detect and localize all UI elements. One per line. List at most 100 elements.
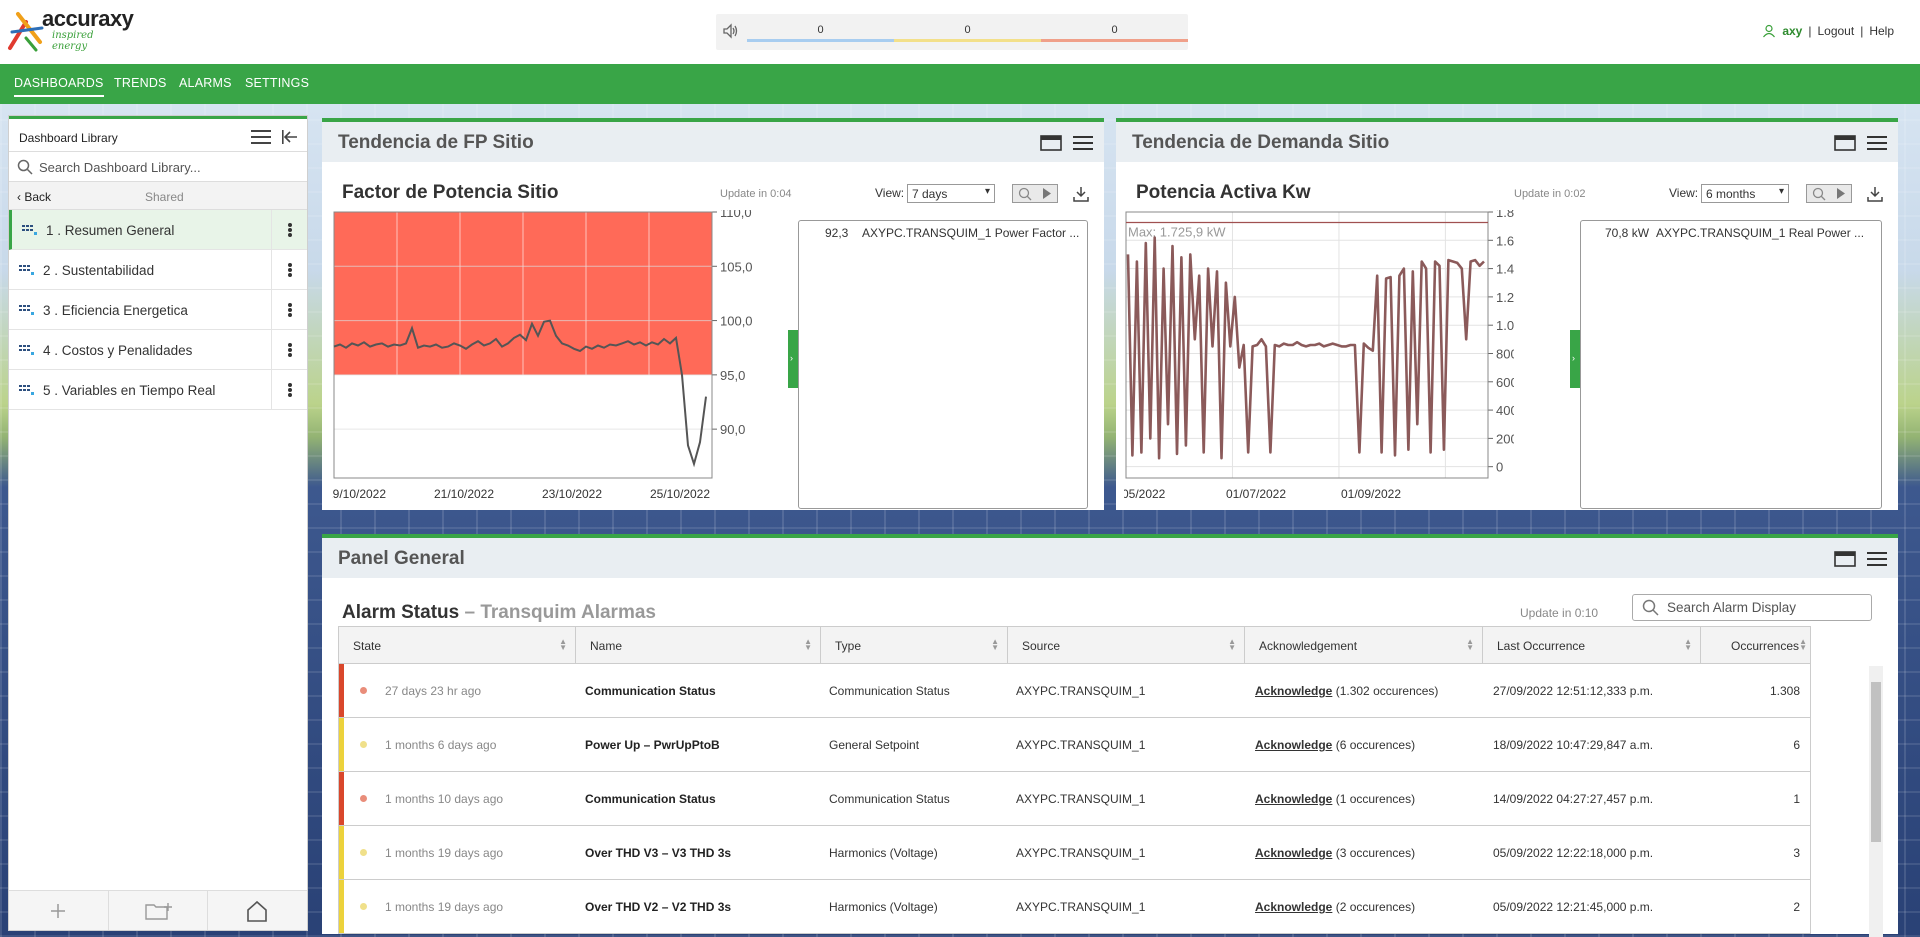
column-header-source[interactable]: Source ▲ ▼	[1007, 626, 1245, 664]
alarm-name[interactable]: Communication Status	[585, 792, 716, 806]
acknowledge-link[interactable]: Acknowledge	[1255, 900, 1332, 914]
alarm-name[interactable]: Over THD V2 – V2 THD 3s	[585, 900, 731, 914]
column-header-name[interactable]: Name ▲ ▼	[575, 626, 821, 664]
column-header-acknowledgement[interactable]: Acknowledgement ▲ ▼	[1244, 626, 1483, 664]
y-tick-label: 1.600	[1496, 233, 1514, 248]
menu-icon[interactable]	[1866, 550, 1888, 568]
dashboard-icon	[22, 225, 37, 235]
power-factor-chart[interactable]: 110,0 105,0 100,0 95,0 90,0 19/10/2022 21/10/2…	[332, 210, 762, 510]
download-icon[interactable]	[1072, 185, 1090, 203]
alarm-state: 1 months 19 days ago	[385, 900, 504, 914]
help-link[interactable]: Help	[1869, 24, 1894, 38]
view-select[interactable]: 6 months ▾	[1701, 184, 1789, 203]
column-header-type[interactable]: Type ▲ ▼	[820, 626, 1008, 664]
acknowledge-link[interactable]: Acknowledge	[1255, 792, 1332, 806]
library-item[interactable]: 1 . Resumen General	[9, 210, 307, 250]
nav-settings[interactable]: SETTINGS	[245, 76, 309, 90]
alarm-status-title: Alarm Status – Transquim Alarmas	[342, 602, 656, 624]
home-button[interactable]	[208, 891, 307, 930]
logout-link[interactable]: Logout	[1817, 24, 1854, 38]
chart-title: Potencia Activa Kw	[1136, 182, 1311, 203]
download-icon[interactable]	[1866, 185, 1884, 203]
add-dashboard-button[interactable]	[9, 891, 109, 930]
play-icon[interactable]	[1831, 185, 1851, 202]
more-options-icon[interactable]	[271, 290, 307, 330]
status-dot	[360, 903, 367, 910]
severity-bar	[339, 826, 344, 879]
zoom-icon[interactable]	[1015, 185, 1035, 202]
nav-dashboards[interactable]: DASHBOARDS	[14, 76, 104, 97]
alarm-source: AXYPC.TRANSQUIM_1	[1016, 900, 1146, 914]
library-search-input[interactable]	[39, 157, 289, 177]
column-label: Acknowledgement	[1259, 639, 1358, 653]
table-row[interactable]: 1 months 19 days ago Over THD V2 – V2 THD…	[338, 880, 1811, 934]
counter-low[interactable]: 0	[747, 24, 894, 36]
collapse-panel-icon[interactable]	[281, 128, 299, 146]
maximize-icon[interactable]	[1834, 550, 1856, 568]
brand-logo[interactable]: accuraxy inspired energy	[6, 6, 134, 54]
view-select[interactable]: 7 days ▾	[907, 184, 995, 203]
legend-value: 70,8 kW	[1605, 226, 1650, 240]
zoom-icon[interactable]	[1809, 185, 1829, 202]
more-options-icon[interactable]	[271, 250, 307, 290]
y-tick-label: 105,0	[720, 259, 753, 274]
scrollbar-thumb[interactable]	[1871, 682, 1881, 842]
alarm-name[interactable]: Communication Status	[585, 684, 716, 698]
username[interactable]: axy	[1782, 24, 1802, 38]
sort-icon: ▲ ▼	[559, 637, 567, 652]
column-label: Type	[835, 639, 862, 653]
maximize-icon[interactable]	[1834, 134, 1856, 152]
add-folder-button[interactable]	[109, 891, 209, 930]
alarm-name[interactable]: Power Up – PwrUpPtoB	[585, 738, 720, 752]
alarm-source: AXYPC.TRANSQUIM_1	[1016, 846, 1146, 860]
more-options-icon[interactable]	[271, 330, 307, 370]
alarm-search	[1632, 594, 1872, 621]
counter-medium[interactable]: 0	[894, 24, 1041, 36]
counter-low-bar	[747, 39, 894, 42]
column-header-last-occurrence[interactable]: Last Occurrence ▲ ▼	[1482, 626, 1701, 664]
table-row[interactable]: 27 days 23 hr ago Communication Status Com…	[338, 664, 1811, 718]
legend-toggle[interactable]: ›	[788, 330, 798, 388]
alarm-title-sub: Transquim Alarmas	[480, 602, 656, 623]
more-options-icon[interactable]	[271, 210, 307, 250]
widget-title: Tendencia de FP Sitio	[338, 132, 534, 153]
active-power-chart[interactable]: 1.800 1.600 1.400 1.200 1.000 800 600 400 200 0 Ma…	[1124, 210, 1514, 510]
status-dot	[360, 741, 367, 748]
column-label: Last Occurrence	[1497, 639, 1586, 653]
acknowledge-link[interactable]: Acknowledge	[1255, 738, 1332, 752]
maximize-icon[interactable]	[1040, 134, 1062, 152]
menu-icon[interactable]	[1072, 134, 1094, 152]
table-row[interactable]: 1 months 10 days ago Communication Status…	[338, 772, 1811, 826]
widget-header: Panel General	[322, 538, 1898, 578]
library-item[interactable]: 3 . Eficiencia Energetica	[9, 290, 307, 330]
counter-high[interactable]: 0	[1041, 24, 1188, 36]
table-scrollbar[interactable]	[1869, 666, 1883, 937]
library-item-label: 3 . Eficiencia Energetica	[43, 303, 188, 318]
nav-trends[interactable]: TRENDS	[114, 76, 167, 90]
alarm-type: Harmonics (Voltage)	[829, 900, 938, 914]
acknowledge-link[interactable]: Acknowledge	[1255, 684, 1332, 698]
acknowledge-link[interactable]: Acknowledge	[1255, 846, 1332, 860]
column-header-occurrences[interactable]: Occurrences ▲ ▼	[1700, 626, 1811, 664]
speaker-icon[interactable]	[722, 22, 740, 40]
legend-toggle[interactable]: ›	[1570, 330, 1580, 388]
play-icon[interactable]	[1037, 185, 1057, 202]
nav-alarms[interactable]: ALARMS	[179, 76, 232, 90]
library-item[interactable]: 4 . Costos y Penalidades	[9, 330, 307, 370]
library-item[interactable]: 5 . Variables en Tiempo Real	[9, 370, 307, 410]
status-dot	[360, 687, 367, 694]
alarm-name[interactable]: Over THD V3 – V3 THD 3s	[585, 846, 731, 860]
column-header-state[interactable]: State ▲ ▼	[338, 626, 576, 664]
chart-tools	[1806, 184, 1852, 203]
library-item[interactable]: 2 . Sustentabilidad	[9, 250, 307, 290]
alarm-search-input[interactable]	[1667, 600, 1862, 615]
acknowledgement-cell: Acknowledge (3 occurences)	[1255, 846, 1415, 860]
table-row[interactable]: 1 months 6 days ago Power Up – PwrUpPtoB G…	[338, 718, 1811, 772]
alarm-rows: 27 days 23 hr ago Communication Status Com…	[338, 664, 1811, 937]
table-row[interactable]: 1 months 19 days ago Over THD V3 – V3 THD…	[338, 826, 1811, 880]
menu-icon[interactable]	[251, 129, 271, 145]
menu-icon[interactable]	[1866, 134, 1888, 152]
more-options-icon[interactable]	[271, 370, 307, 410]
back-button[interactable]: ‹ Back	[17, 190, 51, 204]
brand-name: accuraxy	[42, 6, 134, 31]
